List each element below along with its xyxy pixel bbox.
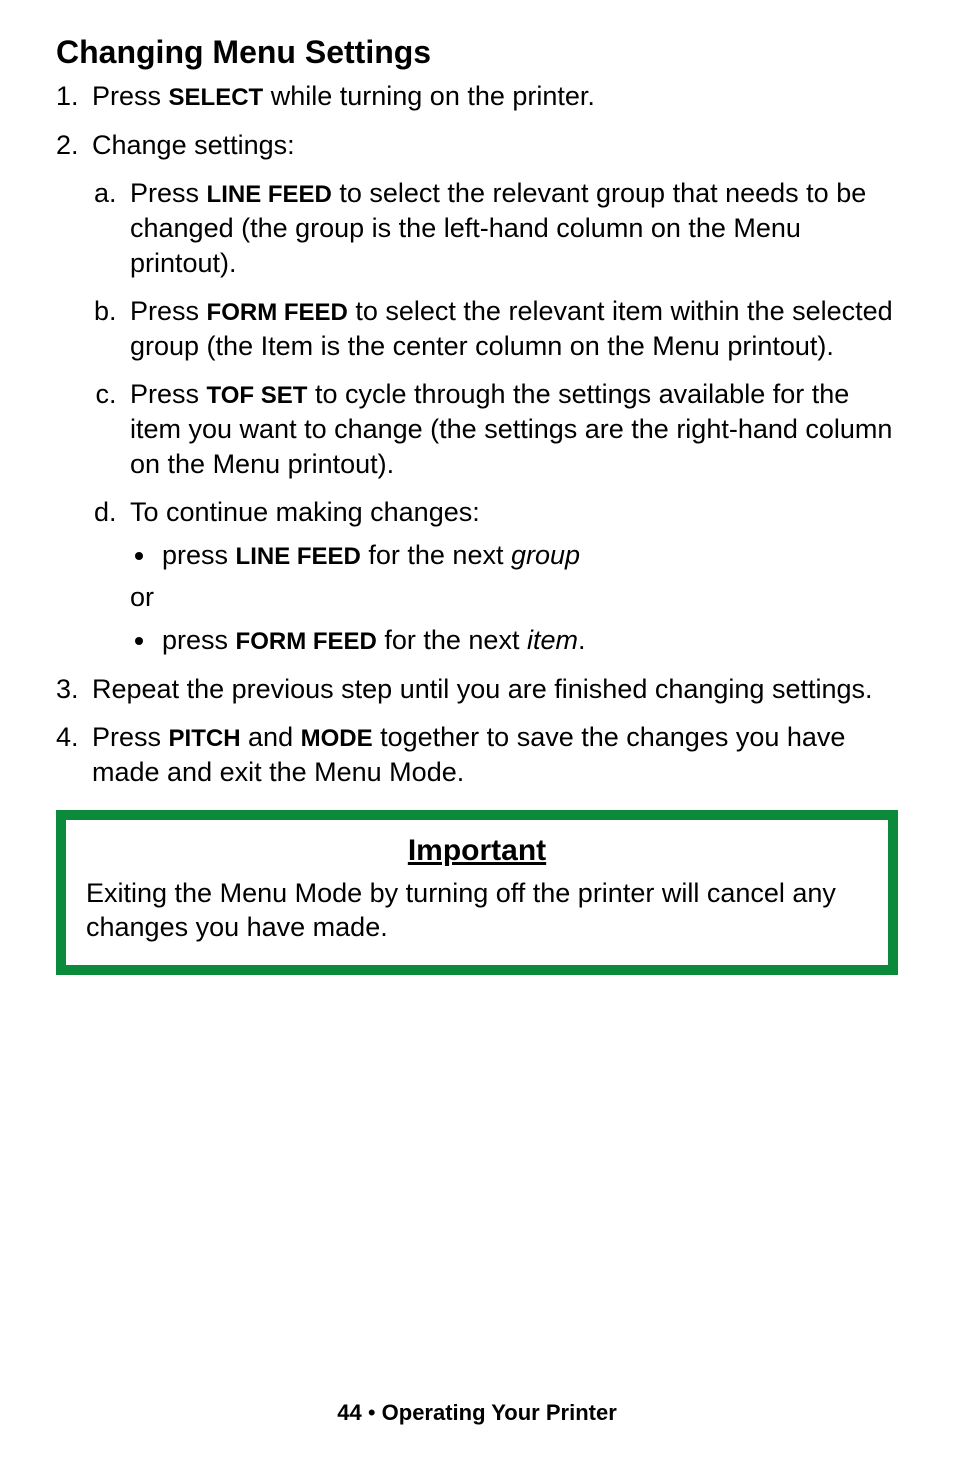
sub-b-text-a: Press [130,296,207,326]
sub-a: Press LINE FEED to select the relevant g… [124,176,898,280]
bullet-group-a: press [162,540,236,570]
important-callout: Important Exiting the Menu Mode by turni… [56,810,898,975]
mode-key: MODE [301,725,373,752]
step-2-text: Change settings: [92,130,295,160]
sub-d-text: To continue making changes: [130,497,480,527]
line-feed-key: LINE FEED [207,181,332,208]
sub-c-text-a: Press [130,379,207,409]
page-content: Changing Menu Settings Press SELECT whil… [0,0,954,975]
top-ordered-list: Press SELECT while turning on the printe… [56,79,898,790]
item-italic: item [527,625,578,655]
sub-ordered-list: Press LINE FEED to select the relevant g… [92,176,898,657]
page-footer: 44 • Operating Your Printer [0,1400,954,1426]
step-2: Change settings: Press LINE FEED to sele… [86,128,898,658]
bullet-group-b: for the next [361,540,511,570]
bullet-item-c: . [578,625,586,655]
important-heading: Important [86,834,868,868]
bullet-item-b: for the next [377,625,527,655]
sub-d: To continue making changes: press LINE F… [124,495,898,658]
pitch-key: PITCH [169,725,241,752]
sub-a-text-a: Press [130,178,207,208]
select-key: SELECT [169,84,264,111]
sub-c: Press TOF SET to cycle through the setti… [124,377,898,481]
important-body: Exiting the Menu Mode by turning off the… [86,876,868,945]
step-4-text-a: Press [92,722,169,752]
form-feed-key-2: FORM FEED [236,628,377,655]
footer-bullet: • [362,1400,382,1425]
bullet-group: press LINE FEED for the next group [158,538,898,573]
bullet-list-1: press LINE FEED for the next group [130,538,898,573]
or-text: or [130,580,898,615]
step-3-text: Repeat the previous step until you are f… [92,674,873,704]
tof-set-key: TOF SET [207,382,308,409]
step-4: Press PITCH and MODE together to save th… [86,720,898,789]
sub-b: Press FORM FEED to select the relevant i… [124,294,898,363]
step-1-text-a: Press [92,81,169,111]
step-3: Repeat the previous step until you are f… [86,672,898,707]
step-1: Press SELECT while turning on the printe… [86,79,898,114]
step-1-text-b: while turning on the printer. [263,81,595,111]
bullet-item-a: press [162,625,236,655]
page-number: 44 [337,1400,361,1425]
bullet-item: press FORM FEED for the next item. [158,623,898,658]
form-feed-key: FORM FEED [207,299,348,326]
footer-section: Operating Your Printer [382,1400,617,1425]
page-title: Changing Menu Settings [56,34,898,71]
group-italic: group [511,540,580,570]
bullet-list-2: press FORM FEED for the next item. [130,623,898,658]
line-feed-key-2: LINE FEED [236,543,361,570]
step-4-text-b: and [241,722,301,752]
